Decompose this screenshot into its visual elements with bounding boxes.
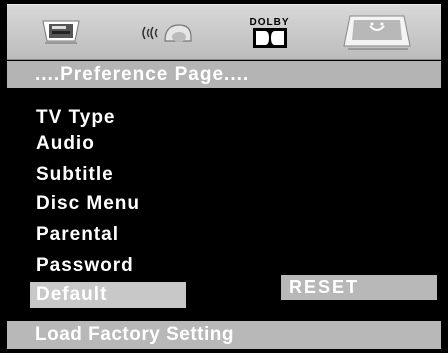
page-title: ....Preference Page.... — [35, 64, 250, 85]
page-title-bar: ....Preference Page.... — [7, 61, 441, 88]
dolby-label: DOLBY — [249, 16, 290, 28]
menu-item-password[interactable]: Password — [36, 253, 134, 279]
dvd-osd-screen: DOLBY ....Preference Page.... TV Type Au… — [0, 0, 448, 353]
reset-button[interactable]: RESET — [281, 275, 437, 300]
top-icon-bar: DOLBY — [7, 4, 441, 60]
menu-item-audio[interactable]: Audio — [36, 131, 95, 157]
dolby-icon: DOLBY — [250, 17, 290, 48]
monitor-icon — [42, 20, 80, 44]
menu-item-disc-menu[interactable]: Disc Menu — [36, 191, 140, 217]
menu-item-default[interactable]: Default — [30, 282, 186, 308]
dolby-dd-logo — [252, 27, 287, 48]
preference-icon — [343, 15, 411, 50]
preference-setup-tab[interactable] — [337, 5, 417, 59]
menu-item-tv-type[interactable]: TV Type — [36, 105, 116, 131]
audio-icon — [141, 24, 192, 42]
status-text: Load Factory Setting — [35, 324, 234, 345]
menu-item-subtitle[interactable]: Subtitle — [36, 162, 114, 188]
audio-setup-tab[interactable] — [137, 5, 202, 59]
status-bar: Load Factory Setting — [7, 321, 441, 349]
monitor-setup-tab[interactable] — [37, 5, 87, 59]
menu-item-parental[interactable]: Parental — [36, 222, 119, 248]
dolby-setup-tab[interactable]: DOLBY — [242, 5, 297, 59]
